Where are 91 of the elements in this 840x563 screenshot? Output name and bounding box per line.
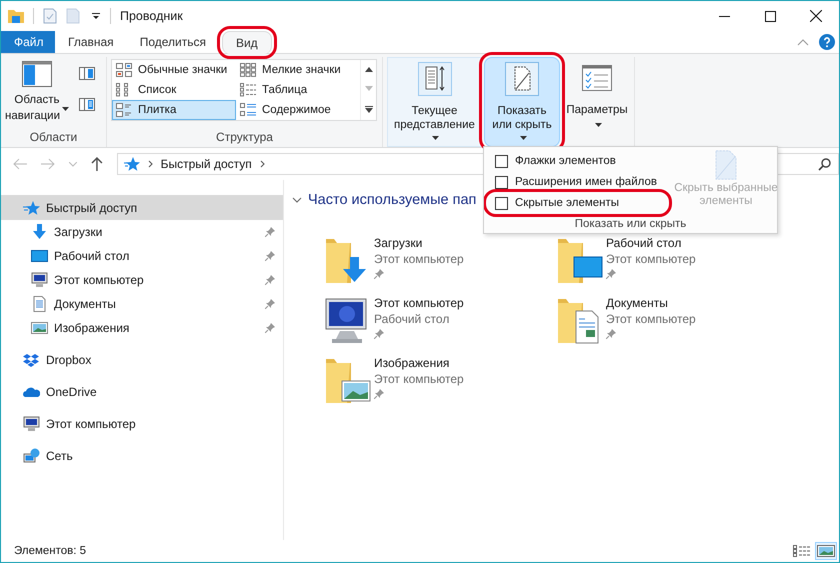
details-view-button[interactable] <box>791 542 813 560</box>
tile-name: Документы <box>606 295 668 311</box>
nav-icon <box>23 352 40 368</box>
nav-icon <box>23 200 40 216</box>
page-icon <box>505 62 539 96</box>
scroll-up-icon[interactable] <box>364 67 372 72</box>
nav-item[interactable]: Этот компьютер <box>1 268 283 292</box>
help-icon[interactable] <box>819 34 835 50</box>
up-icon[interactable] <box>90 157 103 171</box>
layout-option[interactable]: Плитка <box>112 100 236 120</box>
layout-option[interactable]: Таблица <box>236 80 360 100</box>
chevron-down-icon[interactable] <box>292 197 302 203</box>
nav-item[interactable]: Сеть <box>1 444 283 468</box>
view-icon <box>240 63 256 77</box>
tile-location: Этот компьютер <box>374 371 464 387</box>
ribbon-tab[interactable]: Файл <box>1 31 55 53</box>
group-header[interactable]: Часто используемые пап <box>308 192 476 208</box>
details-pane-icon[interactable] <box>79 98 95 111</box>
checkbox[interactable] <box>495 154 508 168</box>
nav-item[interactable]: Этот компьютер <box>1 412 283 436</box>
group-label: Структура <box>215 129 274 146</box>
nav-icon <box>31 320 48 336</box>
breadcrumb[interactable]: Быстрый доступ <box>160 157 252 171</box>
pin-icon[interactable] <box>374 269 384 279</box>
caret-icon[interactable] <box>91 11 101 21</box>
chevron-icon <box>148 160 153 168</box>
group-label: Показать или скрыть <box>574 217 688 232</box>
nav-icon <box>31 296 48 312</box>
nav-item[interactable]: Документы <box>1 292 283 316</box>
group-label: Области <box>28 129 78 146</box>
pin-icon[interactable] <box>606 329 616 339</box>
ribbon-tab[interactable]: Поделиться <box>126 31 219 53</box>
navigation-pane-icon <box>22 61 52 87</box>
nav-icon <box>31 224 48 240</box>
search-icon <box>818 158 832 170</box>
checkbox[interactable] <box>495 196 508 210</box>
pin-icon[interactable] <box>265 275 275 285</box>
layout-option[interactable]: Список <box>112 80 236 100</box>
chevron-icon[interactable] <box>260 160 265 168</box>
nav-item[interactable]: Изображения <box>1 316 283 340</box>
nav-item[interactable]: Загрузки <box>1 220 283 244</box>
tile-name: Этот компьютер <box>374 295 464 311</box>
tile-name: Рабочий стол <box>606 235 682 251</box>
tile-name: Изображения <box>374 355 450 371</box>
item-count: Элементов: 5 <box>14 545 86 557</box>
tiles-view-button[interactable] <box>815 542 837 560</box>
maximize-icon[interactable] <box>764 10 776 22</box>
ribbon-button[interactable]: Параметры <box>560 57 634 147</box>
nav-icon <box>23 448 40 464</box>
pin-icon[interactable] <box>265 323 275 333</box>
page-icon <box>714 150 737 180</box>
nav-icon <box>31 248 48 264</box>
menu-option[interactable]: Расширения имен файлов <box>488 173 667 191</box>
pin-icon[interactable] <box>265 299 275 309</box>
ribbon-tab[interactable]: Главная <box>55 31 127 53</box>
layout-option[interactable]: Обычные значки <box>112 60 236 80</box>
tile-location: Этот компьютер <box>606 311 696 327</box>
navigation-pane-button[interactable]: Область навигации <box>1 57 73 129</box>
layout-option[interactable]: Содержимое <box>236 100 360 120</box>
view-icon <box>116 63 132 77</box>
tile-location: Этот компьютер <box>606 251 696 267</box>
nav-item[interactable]: Dropbox <box>1 348 283 372</box>
more-icon[interactable] <box>364 106 372 113</box>
tile-location: Рабочий стол <box>374 311 450 327</box>
view-icon <box>240 83 256 97</box>
pin-icon[interactable] <box>606 269 616 279</box>
menu-option[interactable]: Скрытые элементы <box>488 194 667 212</box>
folder-icon <box>8 9 24 23</box>
tile-name: Загрузки <box>374 235 422 251</box>
pin-icon[interactable] <box>265 251 275 261</box>
pin-icon[interactable] <box>374 329 384 339</box>
sort-columns-icon <box>418 62 452 96</box>
collapse-ribbon-icon[interactable] <box>797 38 809 46</box>
ribbon-button[interactable]: Текущее представление <box>387 57 482 147</box>
view-icon <box>240 103 256 117</box>
checkbox[interactable] <box>495 176 508 188</box>
nav-item[interactable]: Быстрый доступ <box>1 195 283 220</box>
nav-icon <box>23 416 40 432</box>
pin-icon[interactable] <box>265 227 275 237</box>
pin-icon[interactable] <box>374 389 384 399</box>
nav-item[interactable]: Рабочий стол <box>1 244 283 268</box>
nav-item[interactable]: OneDrive <box>1 380 283 404</box>
view-icon <box>116 103 132 117</box>
properties-icon[interactable] <box>43 8 57 24</box>
layout-option[interactable]: Мелкие значки <box>236 60 360 80</box>
star-icon <box>124 156 140 172</box>
nav-icon <box>31 272 48 288</box>
tile-location: Этот компьютер <box>374 251 464 267</box>
preview-pane-icon[interactable] <box>79 67 95 80</box>
close-icon[interactable] <box>810 10 822 22</box>
window-title: Проводник <box>120 9 183 23</box>
